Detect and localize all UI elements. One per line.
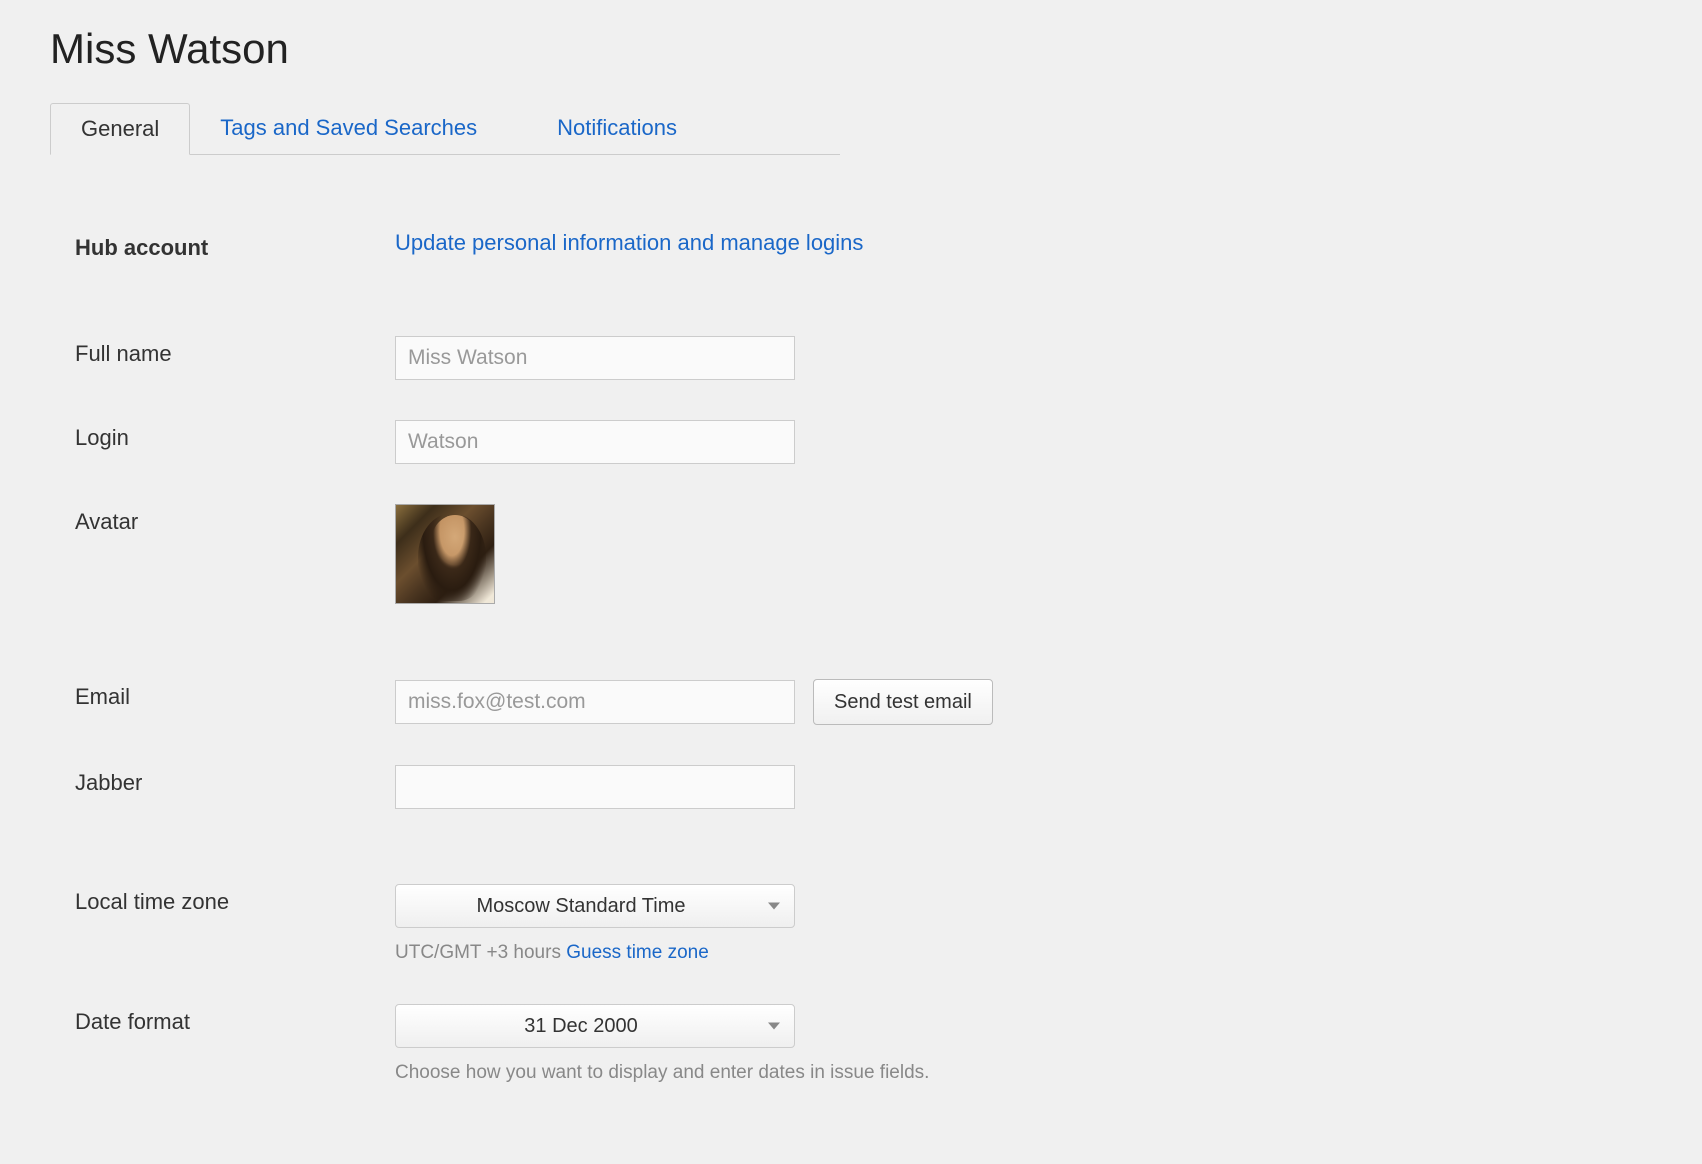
- label-hub-account: Hub account: [75, 230, 395, 261]
- send-test-email-button[interactable]: Send test email: [813, 679, 993, 725]
- time-zone-hint: UTC/GMT +3 hours Guess time zone: [395, 942, 1652, 964]
- label-date-format: Date format: [75, 1004, 395, 1035]
- label-avatar: Avatar: [75, 504, 395, 535]
- input-email[interactable]: [395, 680, 795, 724]
- input-jabber[interactable]: [395, 765, 795, 809]
- tab-tags-saved-searches[interactable]: Tags and Saved Searches: [190, 103, 507, 154]
- label-full-name: Full name: [75, 336, 395, 367]
- select-time-zone[interactable]: Moscow Standard Time: [395, 884, 795, 928]
- date-format-hint: Choose how you want to display and enter…: [395, 1062, 1652, 1084]
- select-time-zone-value: Moscow Standard Time: [477, 895, 686, 918]
- input-full-name[interactable]: [395, 336, 795, 380]
- time-zone-offset-text: UTC/GMT +3 hours: [395, 942, 566, 963]
- label-jabber: Jabber: [75, 765, 395, 796]
- page-title: Miss Watson: [50, 25, 1652, 73]
- tab-notifications[interactable]: Notifications: [527, 103, 707, 154]
- label-email: Email: [75, 679, 395, 710]
- tab-general[interactable]: General: [50, 103, 190, 155]
- input-login[interactable]: [395, 420, 795, 464]
- label-login: Login: [75, 420, 395, 451]
- link-hub-account[interactable]: Update personal information and manage l…: [395, 230, 863, 255]
- select-date-format[interactable]: 31 Dec 2000: [395, 1004, 795, 1048]
- chevron-down-icon: [768, 903, 780, 910]
- avatar-image[interactable]: [395, 504, 495, 604]
- tab-content-general: Hub account Update personal information …: [50, 155, 1652, 1084]
- chevron-down-icon: [768, 1023, 780, 1030]
- label-local-time-zone: Local time zone: [75, 884, 395, 915]
- link-guess-time-zone[interactable]: Guess time zone: [566, 942, 709, 963]
- select-date-format-value: 31 Dec 2000: [524, 1015, 637, 1038]
- tabs-bar: General Tags and Saved Searches Notifica…: [50, 103, 840, 155]
